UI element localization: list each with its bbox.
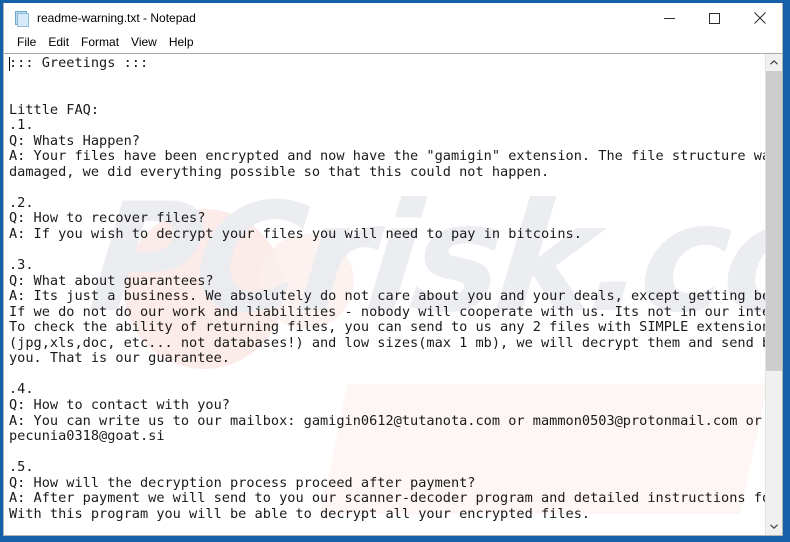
- title-bar[interactable]: readme-warning.txt - Notepad: [4, 3, 782, 33]
- menu-item-help[interactable]: Help: [163, 34, 200, 52]
- vertical-scrollbar[interactable]: [765, 54, 782, 535]
- text-line: A: Your files have been encrypted and no…: [9, 148, 765, 165]
- text-line: .3.: [9, 257, 34, 274]
- text-editor[interactable]: PCrisk.com ::: Greetings ::: Little FAQ:…: [4, 54, 765, 535]
- menu-bar: File Edit Format View Help: [4, 33, 782, 53]
- scroll-down-icon[interactable]: [766, 518, 782, 535]
- text-line: [9, 87, 765, 103]
- scrollbar-track[interactable]: [766, 71, 782, 518]
- minimize-button[interactable]: [647, 3, 692, 33]
- text-line: [9, 180, 765, 196]
- close-button[interactable]: [737, 3, 782, 33]
- text-line: pecunia0318@goat.si: [9, 428, 165, 445]
- maximize-button[interactable]: [692, 3, 737, 33]
- text-line: damaged, we did everything possible so t…: [9, 163, 550, 180]
- window-frame: readme-warning.txt - Notepad File Edit F…: [3, 3, 783, 536]
- text-line: Q: How to contact with you?: [9, 397, 230, 414]
- menu-item-file[interactable]: File: [11, 34, 42, 52]
- editor-area: PCrisk.com ::: Greetings ::: Little FAQ:…: [4, 53, 782, 535]
- text-line: .1.: [9, 117, 34, 134]
- text-line: [9, 72, 765, 88]
- document-text[interactable]: ::: Greetings ::: Little FAQ: .1. Q: Whats…: [4, 54, 765, 522]
- menu-item-edit[interactable]: Edit: [42, 34, 75, 52]
- text-line: With this program you will be able to de…: [9, 505, 591, 522]
- text-line: Q: How to recover files?: [9, 210, 206, 227]
- text-line: [9, 445, 765, 461]
- menu-item-view[interactable]: View: [125, 34, 163, 52]
- scroll-up-icon[interactable]: [766, 54, 782, 71]
- text-line: To check the ability of returning files,…: [9, 319, 765, 336]
- text-line: ::: Greetings :::: [9, 55, 149, 71]
- text-line: A: If you wish to decrypt your files you…: [9, 226, 582, 243]
- text-line: .2.: [9, 194, 34, 211]
- text-line: Q: Whats Happen?: [9, 132, 140, 149]
- menu-item-format[interactable]: Format: [75, 34, 125, 52]
- text-line: A: After payment we will send to you our…: [9, 490, 765, 507]
- text-line: Little FAQ:: [9, 101, 100, 118]
- window-controls: [647, 3, 782, 33]
- text-line: you. That is our guarantee.: [9, 350, 230, 367]
- text-line: Q: What about guarantees?: [9, 272, 214, 289]
- notepad-window: readme-warning.txt - Notepad File Edit F…: [0, 0, 790, 542]
- text-line: (jpg,xls,doc, etc... not databases!) and…: [9, 334, 765, 351]
- notepad-icon: [14, 10, 30, 27]
- text-line: .5.: [9, 459, 34, 476]
- text-line: [9, 243, 765, 259]
- window-title: readme-warning.txt - Notepad: [37, 11, 196, 25]
- text-line: A: Its just a business. We absolutely do…: [9, 288, 765, 305]
- text-line: Q: How will the decryption process proce…: [9, 474, 476, 491]
- text-line: .4.: [9, 381, 34, 398]
- title-bar-left: readme-warning.txt - Notepad: [4, 10, 647, 27]
- text-caret: [9, 57, 10, 71]
- text-line: If we do not do our work and liabilities…: [9, 303, 765, 320]
- text-line: [9, 367, 765, 383]
- scrollbar-thumb[interactable]: [766, 71, 782, 371]
- text-line: A: You can write us to our mailbox: gami…: [9, 412, 762, 429]
